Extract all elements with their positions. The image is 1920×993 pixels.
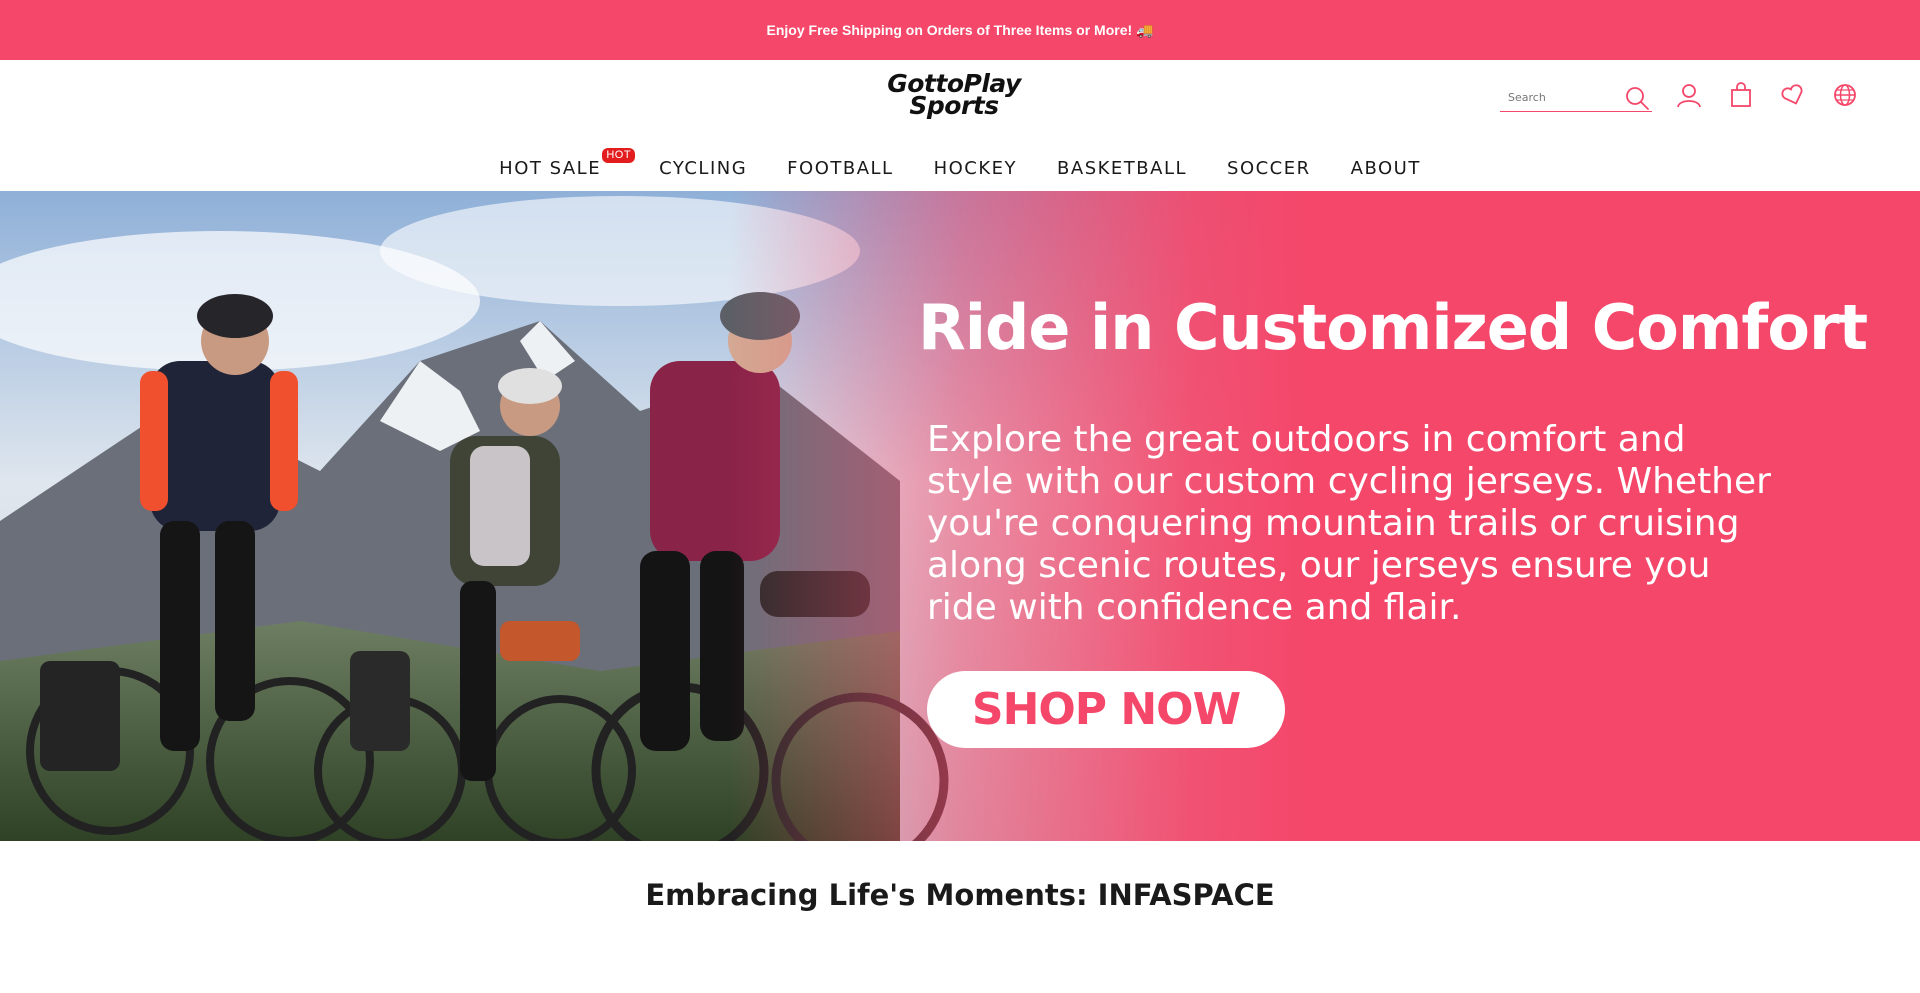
main-nav: HOT SALE HOT CYCLING FOOTBALL HOCKEY BAS… xyxy=(0,147,1920,186)
logo-line-2: Sports xyxy=(909,91,999,120)
announcement-bar: Enjoy Free Shipping on Orders of Three I… xyxy=(0,0,1920,60)
site-header: GottoPlay Sports HOT SALE HOT CYCLING FO… xyxy=(0,60,1920,191)
hero-banner: Ride in Customized Comfort Explore the g… xyxy=(0,191,1920,841)
cart-icon[interactable] xyxy=(1726,80,1756,110)
nav-item-football[interactable]: FOOTBALL xyxy=(767,158,913,179)
wishlist-icon[interactable] xyxy=(1778,80,1808,110)
search-input[interactable] xyxy=(1500,86,1618,108)
hero-title: Ride in Customized Comfort xyxy=(918,291,1868,364)
shop-now-button[interactable]: SHOP NOW xyxy=(927,671,1285,748)
announcement-text: Enjoy Free Shipping on Orders of Three I… xyxy=(766,21,1154,38)
account-icon[interactable] xyxy=(1674,80,1704,110)
nav-item-about[interactable]: ABOUT xyxy=(1331,158,1441,179)
nav-item-basketball[interactable]: BASKETBALL xyxy=(1037,158,1207,179)
hot-badge: HOT xyxy=(602,147,636,163)
hero-description: Explore the great outdoors in comfort an… xyxy=(927,419,1771,628)
search-icon[interactable] xyxy=(1624,85,1650,111)
nav-item-hot-sale[interactable]: HOT SALE HOT xyxy=(479,147,636,179)
nav-item-soccer[interactable]: SOCCER xyxy=(1207,158,1331,179)
logo[interactable]: GottoPlay Sports xyxy=(872,70,1036,120)
nav-item-cycling[interactable]: CYCLING xyxy=(639,158,767,179)
search-box xyxy=(1500,80,1652,112)
nav-item-hockey[interactable]: HOCKEY xyxy=(914,158,1037,179)
language-icon[interactable] xyxy=(1830,80,1860,110)
section-title: Embracing Life's Moments: INFASPACE xyxy=(645,878,1275,912)
nav-item-label: HOT SALE xyxy=(499,157,602,179)
